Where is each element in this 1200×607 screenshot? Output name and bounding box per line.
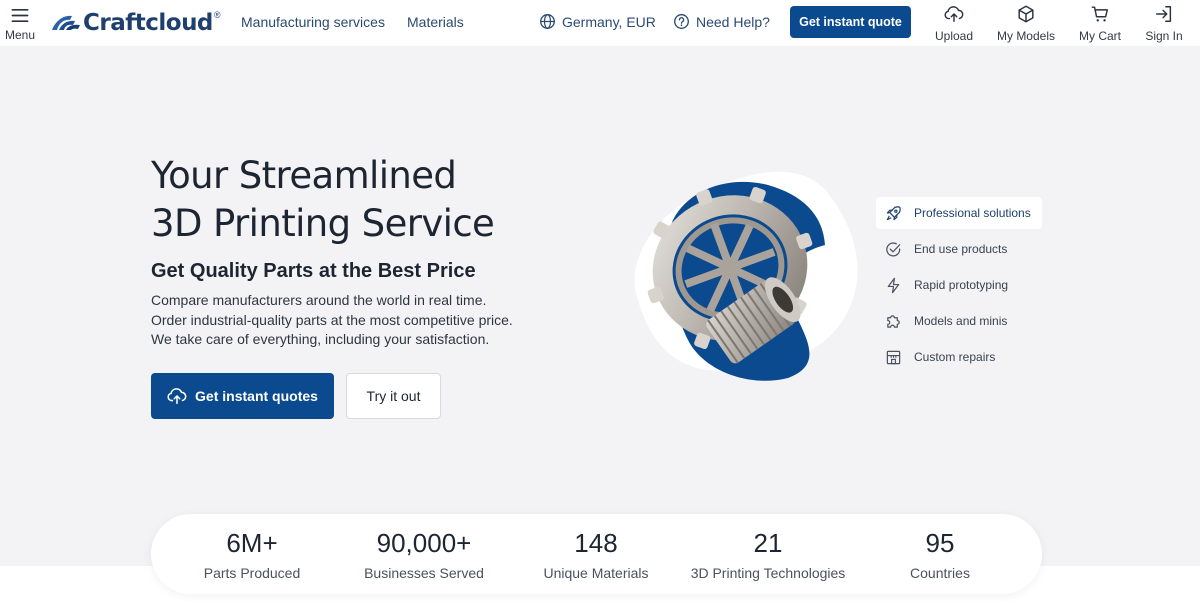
hero-description: Compare manufacturers around the world i… <box>151 291 551 350</box>
upload-cloud-icon <box>167 388 187 405</box>
sign-in-label: Sign In <box>1145 29 1183 43</box>
stat-countries: 95 Countries <box>850 514 1030 594</box>
upload-cloud-icon <box>944 6 964 22</box>
region-label: Germany, EUR <box>562 13 656 30</box>
stat-unique-materials: 148 Unique Materials <box>506 514 686 594</box>
registered-mark: ® <box>213 10 221 20</box>
stat-label: Countries <box>910 565 970 581</box>
get-instant-quotes-label: Get instant quotes <box>195 388 318 404</box>
help-link[interactable]: Need Help? <box>673 13 770 30</box>
cart-icon <box>1091 6 1108 22</box>
solution-label: End use products <box>914 242 1008 256</box>
upload-button[interactable]: Upload <box>934 4 974 43</box>
stat-value: 95 <box>925 528 955 558</box>
stat-label: Parts Produced <box>203 565 301 581</box>
my-models-button[interactable]: My Models <box>996 4 1056 43</box>
stat-label: Unique Materials <box>543 565 649 581</box>
puzzle-icon <box>887 314 900 328</box>
solution-end-use-products[interactable]: End use products <box>876 233 1042 265</box>
brand-name: Craftcloud <box>83 10 213 36</box>
get-instant-quote-button[interactable]: Get instant quote <box>790 6 911 38</box>
stat-label: Businesses Served <box>364 565 484 581</box>
try-it-out-button[interactable]: Try it out <box>346 373 441 419</box>
stat-3d-printing-technologies: 21 3D Printing Technologies <box>678 514 858 594</box>
my-models-label: My Models <box>996 29 1055 43</box>
nav-manufacturing-services[interactable]: Manufacturing services <box>241 14 385 30</box>
stat-label: 3D Printing Technologies <box>690 565 846 581</box>
hero-subtitle: Get Quality Parts at the Best Price <box>151 260 476 282</box>
top-header: Menu Craftcloud ® Manufacturing services… <box>0 0 1200 46</box>
solution-label: Rapid prototyping <box>914 278 1009 292</box>
solutions-list: Professional solutions End use products … <box>876 197 1042 377</box>
nav-materials[interactable]: Materials <box>407 14 464 30</box>
hero-description-line: Compare manufacturers around the world i… <box>151 292 487 308</box>
solution-label: Professional solutions <box>914 206 1031 220</box>
solution-custom-repairs[interactable]: Custom repairs <box>876 341 1042 373</box>
my-cart-label: My Cart <box>1079 29 1121 43</box>
hero-description-line: Order industrial-quality parts at the mo… <box>151 311 513 328</box>
stat-parts-produced: 6M+ Parts Produced <box>162 514 342 594</box>
gear-part-illustration <box>634 171 858 381</box>
solution-label: Models and minis <box>914 314 1008 328</box>
upload-label: Upload <box>934 29 974 43</box>
check-circle-icon <box>886 241 901 256</box>
solution-professional-solutions[interactable]: Professional solutions <box>876 197 1042 229</box>
rocket-icon <box>886 205 901 220</box>
stat-value: 90,000+ <box>376 528 472 558</box>
globe-icon <box>540 14 555 29</box>
storefront-icon <box>886 350 901 364</box>
menu-label: Menu <box>4 28 36 42</box>
get-instant-quotes-button[interactable]: Get instant quotes <box>151 373 334 419</box>
logo-cloud-icon <box>52 15 80 30</box>
region-selector[interactable]: Germany, EUR <box>539 13 656 30</box>
hero-description-line: We take care of everything, including yo… <box>151 331 490 347</box>
stats-bar: 6M+ Parts Produced 90,000+ Businesses Se… <box>151 514 1042 594</box>
solution-rapid-prototyping[interactable]: Rapid prototyping <box>876 269 1042 301</box>
cube-icon <box>1018 5 1034 23</box>
hamburger-icon <box>11 8 29 23</box>
sign-in-button[interactable]: Sign In <box>1143 4 1185 43</box>
stat-value: 21 <box>753 528 783 558</box>
help-label: Need Help? <box>696 13 770 30</box>
hero-title: Your Streamlined 3D Printing Service <box>151 152 591 248</box>
question-circle-icon <box>674 14 689 29</box>
menu-button[interactable]: Menu <box>2 4 38 42</box>
stat-value: 6M+ <box>226 528 278 558</box>
sign-in-icon <box>1156 5 1172 22</box>
stat-value: 148 <box>574 528 618 558</box>
craftcloud-logo[interactable]: Craftcloud ® <box>50 9 221 37</box>
hero-title-line-2: 3D Printing Service <box>151 202 495 245</box>
hero-title-line-1: Your Streamlined <box>151 154 457 197</box>
solution-models-and-minis[interactable]: Models and minis <box>876 305 1042 337</box>
stat-businesses-served: 90,000+ Businesses Served <box>334 514 514 594</box>
solution-label: Custom repairs <box>914 350 996 364</box>
my-cart-button[interactable]: My Cart <box>1077 4 1123 43</box>
lightning-icon <box>887 277 900 293</box>
